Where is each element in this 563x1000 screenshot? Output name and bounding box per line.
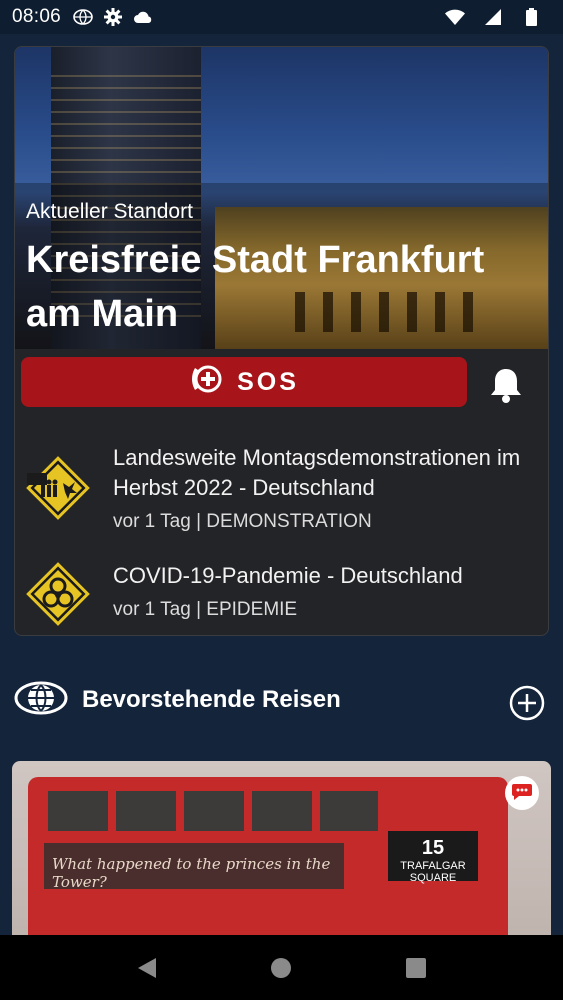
- signal-icon: [483, 7, 503, 27]
- sos-button[interactable]: SOS: [21, 357, 467, 407]
- chat-bubble-icon: [511, 782, 533, 805]
- add-circle-icon[interactable]: [508, 684, 546, 722]
- globe-icon: [73, 7, 93, 27]
- trip-image-bus: What happened to the princes in the Towe…: [28, 777, 508, 941]
- home-icon[interactable]: [266, 953, 296, 983]
- gear-icon: [103, 7, 123, 27]
- alert-title: Landesweite Montagsdemonstrationen im He…: [113, 445, 521, 500]
- alert-item[interactable]: Landesweite Montagsdemonstrationen im He…: [15, 433, 548, 553]
- back-icon[interactable]: [132, 953, 162, 983]
- chat-button[interactable]: [505, 776, 539, 810]
- sos-label: SOS: [237, 367, 299, 396]
- status-bar: 08:06: [0, 0, 563, 34]
- wifi-icon: [445, 7, 465, 27]
- section-title: Bevorstehende Reisen: [82, 686, 341, 713]
- location-card: Aktueller Standort Kreisfreie Stadt Fran…: [14, 46, 549, 636]
- recents-icon[interactable]: [401, 953, 431, 983]
- location-name: Kreisfreie Stadt Frankfurt am Main: [26, 239, 485, 335]
- alert-meta: vor 1 Tag | DEMONSTRATION: [113, 511, 372, 532]
- location-hero-image: Aktueller Standort Kreisfreie Stadt Fran…: [15, 47, 548, 349]
- bus-destination: TRAFALGAR SQUARE: [400, 860, 466, 884]
- bus-number: 15: [421, 837, 445, 859]
- sos-row: SOS: [15, 353, 548, 409]
- bus-ad-text: What happened to the princes in the Towe…: [44, 843, 344, 891]
- demonstration-warning-icon: [23, 453, 93, 523]
- bell-icon[interactable]: [489, 367, 523, 403]
- trip-card[interactable]: What happened to the princes in the Towe…: [12, 761, 551, 941]
- battery-icon: [521, 7, 541, 27]
- alert-title: COVID-19-Pandemie - Deutschland: [113, 563, 463, 588]
- alert-item[interactable]: COVID-19-Pandemie - Deutschland vor 1 Ta…: [15, 553, 548, 635]
- cloud-icon: [133, 7, 153, 27]
- navigation-bar: [0, 935, 563, 1000]
- location-label: Aktueller Standort: [26, 200, 193, 223]
- upcoming-trips-header: Bevorstehende Reisen: [0, 676, 563, 726]
- bus-sign: 15 TRAFALGAR SQUARE: [388, 831, 478, 884]
- alert-meta: vor 1 Tag | EPIDEMIE: [113, 599, 298, 620]
- status-time: 08:06: [12, 6, 62, 27]
- emergency-phone-icon: [189, 362, 223, 403]
- globe-logo-icon: [14, 680, 68, 716]
- biohazard-warning-icon: [23, 559, 93, 629]
